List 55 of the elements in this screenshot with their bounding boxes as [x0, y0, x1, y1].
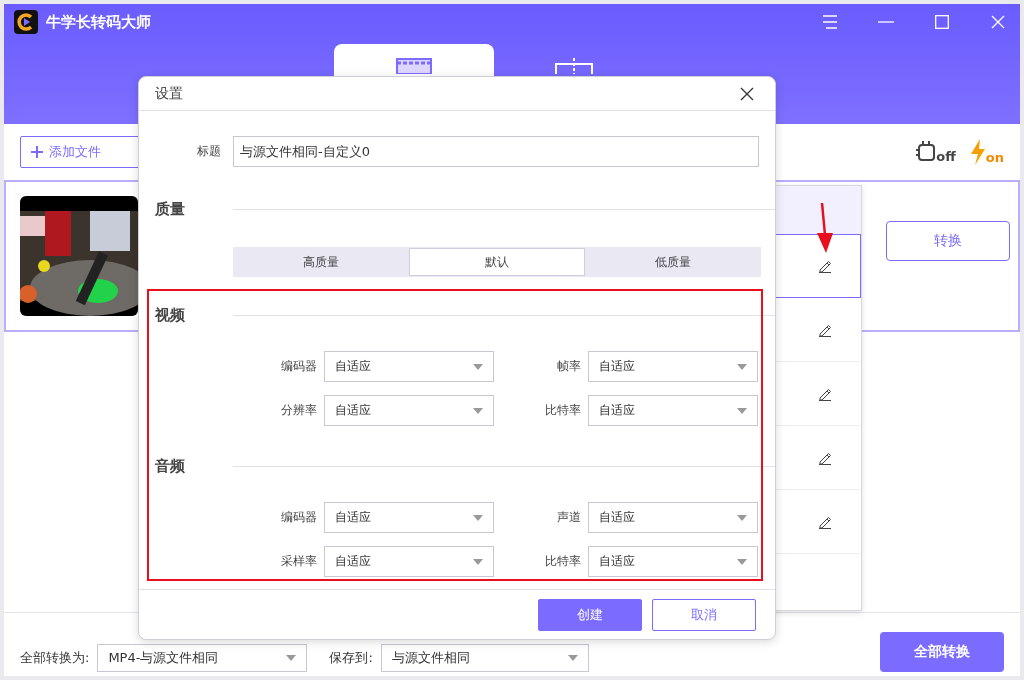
- convert-all-button[interactable]: 全部转换: [880, 632, 1004, 672]
- dropdown-field[interactable]: 自适应: [324, 502, 494, 533]
- add-file-button[interactable]: 添加文件: [20, 136, 140, 168]
- field-label: 比特率: [544, 402, 581, 419]
- convert-button[interactable]: 转换: [886, 221, 1010, 261]
- caret-icon: [473, 558, 483, 565]
- title-input[interactable]: 与源文件相同-自定义0: [233, 136, 759, 167]
- pencil-icon[interactable]: [818, 323, 832, 337]
- app-title: 牛学长转码大师: [46, 12, 152, 32]
- caret-icon: [473, 407, 483, 414]
- section-heading: 质量: [155, 199, 186, 219]
- create-button[interactable]: 创建: [538, 598, 642, 631]
- caret-icon: [473, 363, 483, 370]
- caret-icon: [567, 655, 578, 661]
- save-label: 保存到:: [329, 649, 373, 667]
- save-path-select[interactable]: 与源文件相同: [380, 644, 589, 672]
- field-label: 编码器: [280, 358, 317, 375]
- dropdown-field[interactable]: 自适应: [324, 351, 494, 382]
- pencil-icon[interactable]: [818, 259, 832, 273]
- pencil-icon[interactable]: [818, 515, 832, 529]
- field-label: 比特率: [544, 553, 581, 570]
- field-label: 分辨率: [280, 402, 317, 419]
- format-label: 全部转换为:: [20, 649, 90, 667]
- split-icon: [554, 58, 594, 74]
- section-heading: 视频: [155, 305, 186, 325]
- film-icon: [396, 58, 432, 74]
- dropdown-field[interactable]: 自适应: [588, 546, 758, 577]
- pencil-icon[interactable]: [818, 451, 832, 465]
- quality-option[interactable]: 低质量: [585, 248, 760, 276]
- caret-icon: [286, 655, 297, 661]
- section-heading: 音频: [155, 456, 186, 476]
- dropdown-field[interactable]: 自适应: [588, 351, 758, 382]
- field-label: 标题: [196, 143, 221, 160]
- caret-icon: [737, 558, 747, 565]
- dropdown-field[interactable]: 自适应: [588, 395, 758, 426]
- cancel-button[interactable]: 取消: [652, 598, 756, 631]
- quality-option[interactable]: 默认: [408, 248, 586, 276]
- caret-icon: [473, 514, 483, 521]
- dropdown-field[interactable]: 自适应: [324, 395, 494, 426]
- field-label: 帧率: [556, 358, 581, 375]
- dropdown-field[interactable]: 自适应: [324, 546, 494, 577]
- caret-icon: [737, 407, 747, 414]
- field-label: 声道: [556, 509, 581, 526]
- app-logo: [14, 10, 38, 34]
- field-label: 采样率: [280, 553, 317, 570]
- field-label: 编码器: [280, 509, 317, 526]
- dialog-title: 设置: [155, 84, 183, 103]
- plus-icon: [31, 146, 43, 158]
- format-select[interactable]: MP4-与源文件相同: [97, 644, 308, 672]
- caret-icon: [737, 363, 747, 370]
- dropdown-field[interactable]: 自适应: [588, 502, 758, 533]
- caret-icon: [737, 514, 747, 521]
- pencil-icon[interactable]: [818, 387, 832, 401]
- quality-option[interactable]: 高质量: [234, 248, 409, 276]
- annotation-arrow: [815, 203, 835, 253]
